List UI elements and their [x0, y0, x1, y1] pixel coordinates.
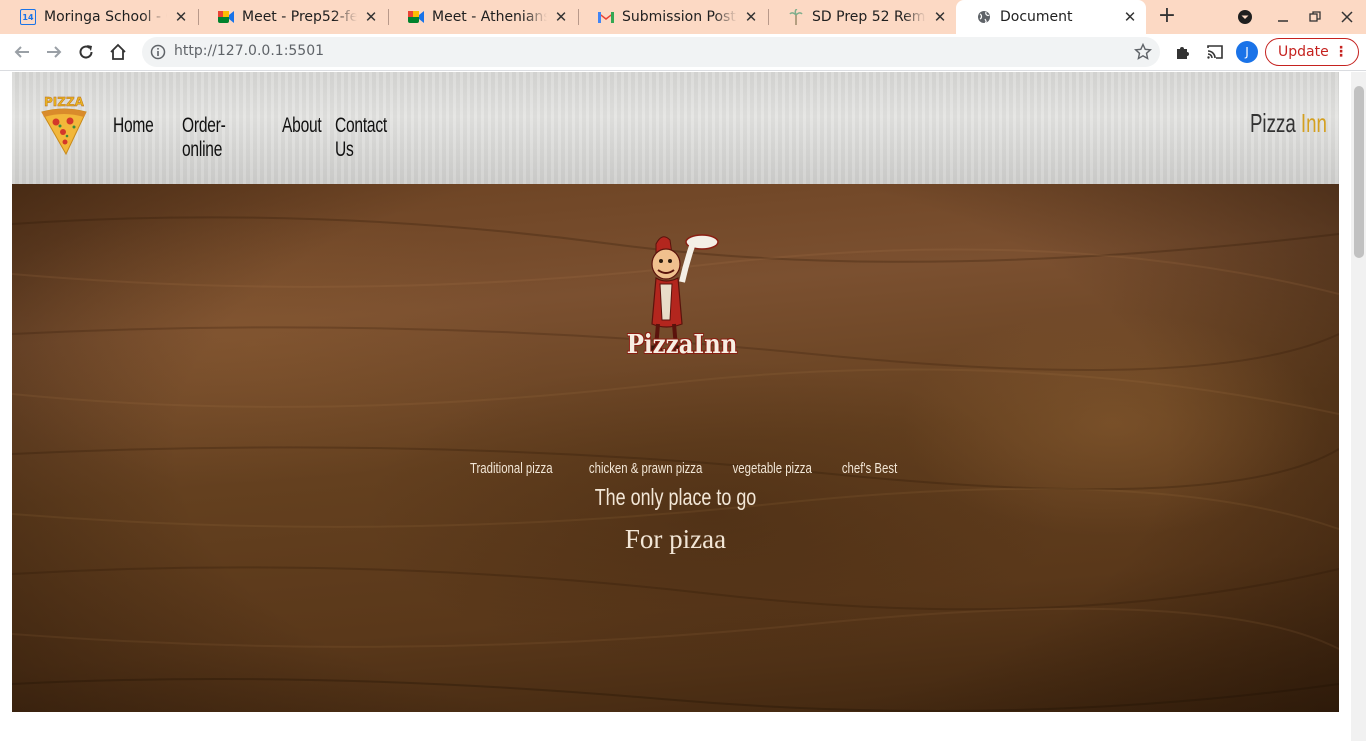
link-chicken-prawn-pizza[interactable]: chicken & prawn pizza: [588, 460, 701, 477]
bookmark-star-icon[interactable]: [1133, 42, 1153, 61]
pizza-logo[interactable]: PIZZA: [38, 94, 90, 156]
update-label: Update: [1278, 44, 1329, 60]
browser-tab-strip: 14 Moringa School - C ✕ Meet - Prep52-fe…: [0, 0, 1366, 34]
link-vegetable-pizza[interactable]: vegetable pizza: [732, 460, 811, 477]
close-window-icon[interactable]: [1337, 7, 1357, 27]
page-viewport: PIZZA Home Order-online About Contact Us…: [0, 72, 1366, 741]
palm-icon: [788, 9, 804, 25]
extensions-icon[interactable]: [1171, 40, 1195, 64]
more-menu-icon[interactable]: ⋮: [1334, 39, 1348, 65]
tab-document[interactable]: Document ✕: [956, 0, 1146, 34]
minimize-icon[interactable]: [1273, 7, 1293, 27]
browser-toolbar: http://127.0.0.1:5501 J Update ⋮: [0, 34, 1366, 71]
meet-icon: [408, 9, 424, 25]
reload-icon[interactable]: [74, 40, 98, 64]
page-scrollbar[interactable]: [1351, 72, 1366, 741]
globe-icon: [976, 9, 992, 25]
cast-icon[interactable]: [1203, 40, 1227, 64]
brand-title: Pizza Inn: [1250, 108, 1327, 139]
forward-icon[interactable]: [42, 40, 66, 64]
url-text: http://127.0.0.1:5501: [174, 43, 325, 59]
update-button[interactable]: Update ⋮: [1265, 38, 1359, 66]
restore-icon[interactable]: [1305, 7, 1325, 27]
menu-categories: Traditional pizza chicken & prawn pizza …: [12, 460, 1339, 477]
hero-tagline: For pizaa: [624, 524, 727, 554]
tab-sd-prep52[interactable]: SD Prep 52 Remote ✕: [768, 0, 956, 34]
tab-title: Moringa School - C: [44, 9, 167, 25]
nav-home[interactable]: Home: [113, 114, 154, 162]
tab-moringa-school[interactable]: 14 Moringa School - C ✕: [0, 0, 197, 34]
back-icon[interactable]: [10, 40, 34, 64]
tab-title: Submission Posted: [622, 9, 737, 25]
brand-part1: Pizza: [1249, 108, 1296, 138]
close-icon[interactable]: ✕: [743, 9, 759, 25]
gmail-icon: [598, 9, 614, 25]
calendar-icon: 14: [20, 9, 36, 25]
tab-search-icon[interactable]: [1235, 7, 1255, 27]
link-traditional-pizza[interactable]: Traditional pizza: [469, 460, 552, 477]
address-bar[interactable]: http://127.0.0.1:5501: [142, 37, 1160, 67]
meet-icon: [218, 9, 234, 25]
nav-about[interactable]: About: [282, 114, 322, 162]
tab-meet-athenians[interactable]: Meet - Athenians M ✕: [388, 0, 577, 34]
tab-title: Meet - Athenians M: [432, 9, 547, 25]
hero-subtitle: The only place to go: [594, 484, 757, 510]
close-icon[interactable]: ✕: [553, 9, 569, 25]
svg-text:PIZZA: PIZZA: [44, 95, 85, 109]
new-tab-button[interactable]: +: [1155, 5, 1179, 29]
profile-avatar[interactable]: J: [1236, 41, 1258, 63]
link-chefs-best[interactable]: chef's Best: [841, 460, 896, 477]
close-icon[interactable]: ✕: [363, 9, 379, 25]
home-icon[interactable]: [106, 40, 130, 64]
main-nav: Home Order-online About Contact Us: [113, 114, 405, 162]
hero-banner: PizzaInn Traditional pizza chicken & pra…: [12, 184, 1339, 712]
tab-submission-posted[interactable]: Submission Posted ✕: [578, 0, 767, 34]
close-icon[interactable]: ✕: [932, 9, 948, 25]
nav-order-online[interactable]: Order-online: [182, 114, 244, 162]
scrollbar-thumb[interactable]: [1354, 86, 1364, 258]
tab-title: SD Prep 52 Remote: [812, 9, 926, 25]
close-icon[interactable]: ✕: [1122, 9, 1138, 25]
brand-part2: Inn: [1300, 108, 1327, 138]
tab-title: Meet - Prep52-feed: [242, 9, 357, 25]
tab-title: Document: [1000, 9, 1073, 25]
info-icon[interactable]: [150, 44, 166, 60]
tab-meet-prep52[interactable]: Meet - Prep52-feed ✕: [198, 0, 387, 34]
nav-contact-us[interactable]: Contact Us: [335, 114, 387, 162]
site-header: PIZZA Home Order-online About Contact Us…: [12, 72, 1339, 184]
hero-logo-text: PizzaInn: [626, 330, 738, 360]
close-icon[interactable]: ✕: [173, 9, 189, 25]
